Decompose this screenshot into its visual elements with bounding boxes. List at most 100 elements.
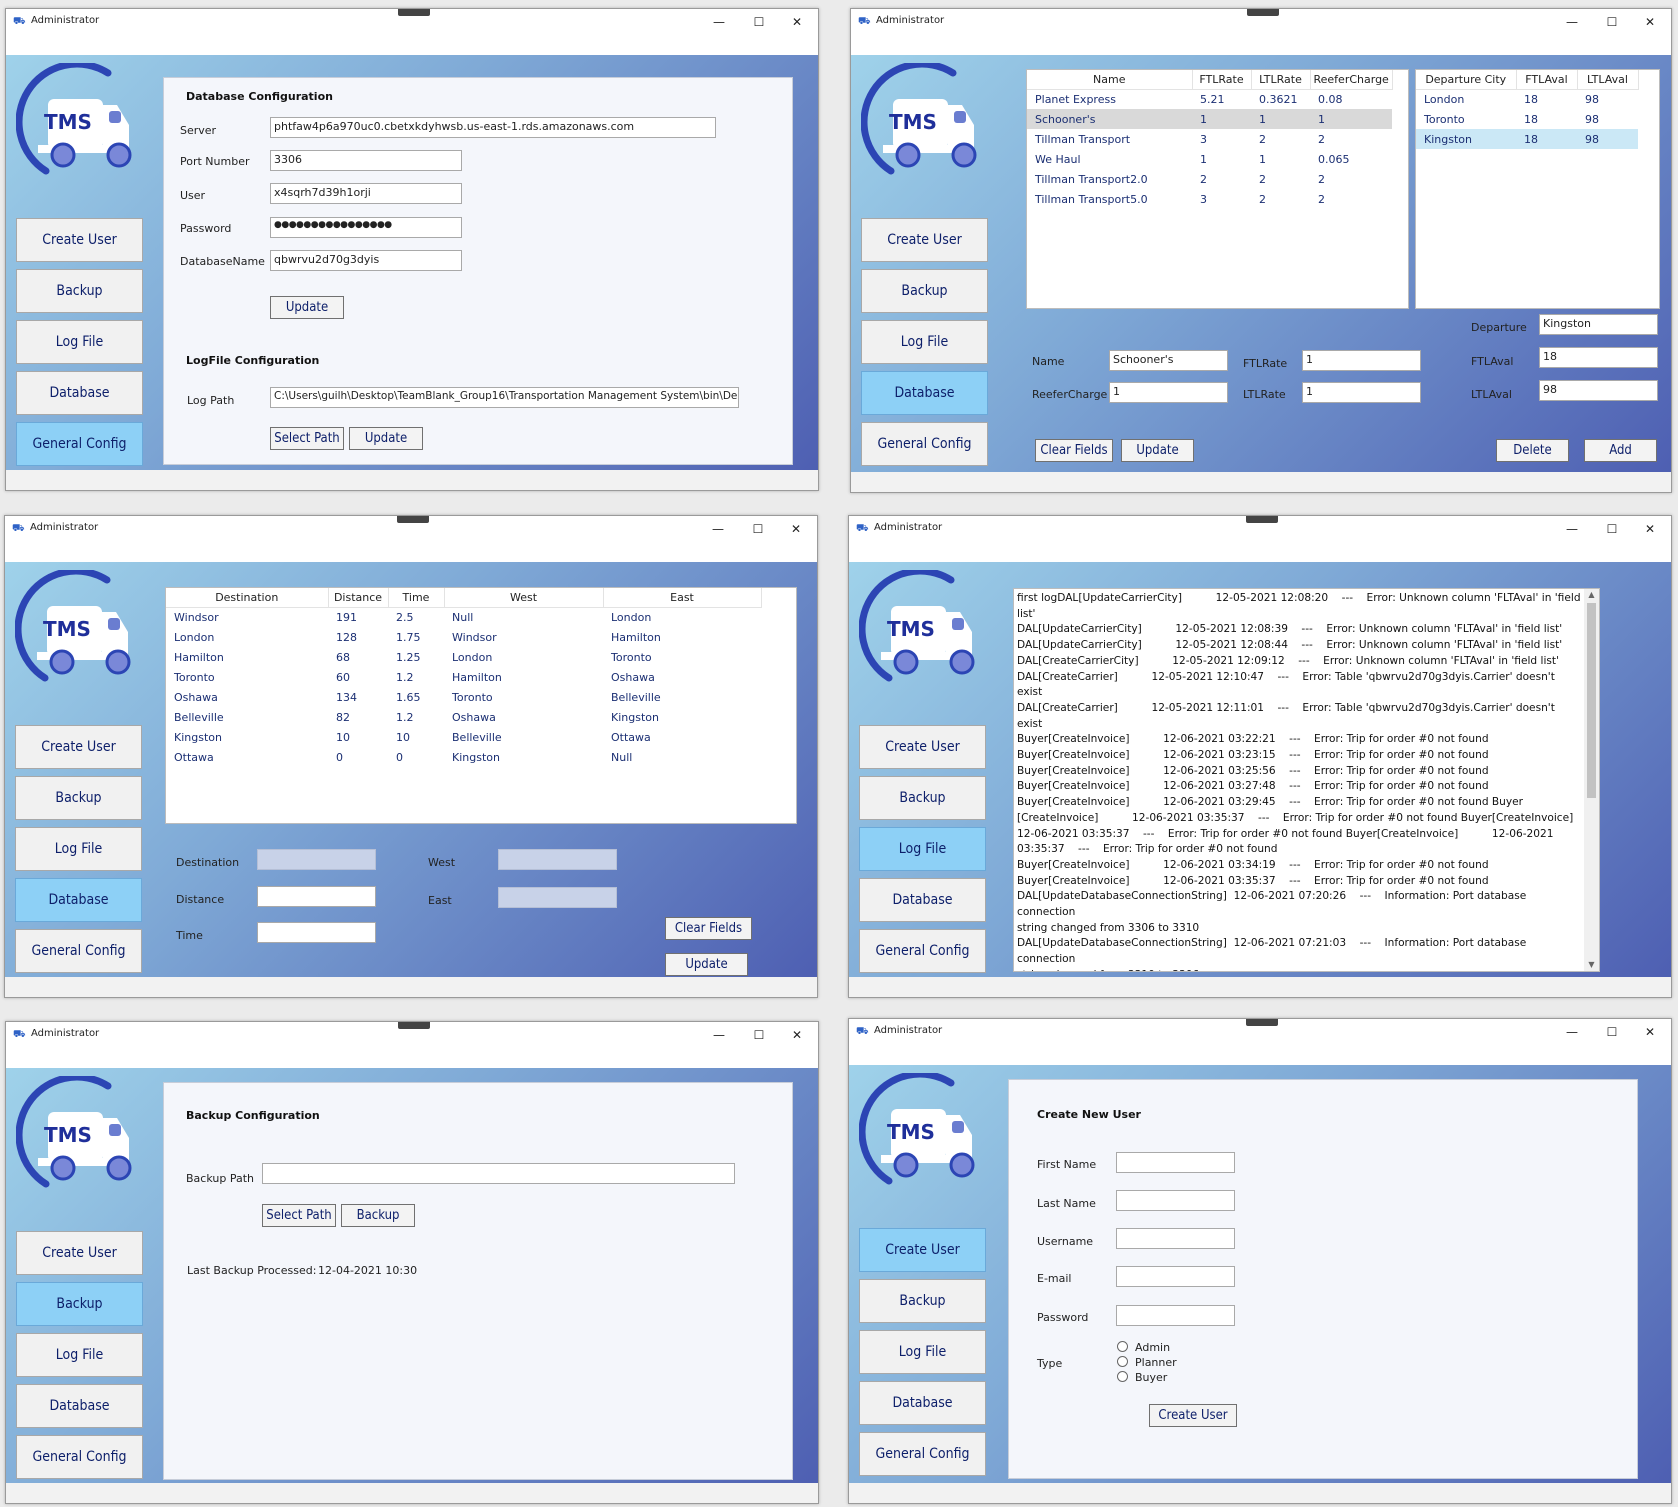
col-departure-city[interactable]: Departure City	[1416, 70, 1517, 90]
carrier-grid[interactable]: Name FTLRate LTLRate ReeferCharge Planet…	[1026, 69, 1409, 309]
title-bar[interactable]: ⛟ Administrator — ☐ ✕	[6, 9, 818, 55]
title-bar[interactable]: ⛟ Administrator — ☐ ✕	[851, 9, 1671, 55]
nav-database[interactable]: Database	[859, 1381, 986, 1425]
nav-general-config[interactable]: General Config	[861, 422, 988, 466]
delete-button[interactable]: Delete	[1496, 439, 1569, 462]
scroll-thumb[interactable]	[1587, 603, 1596, 798]
log-scrollbar[interactable]: ▲ ▼	[1584, 589, 1599, 971]
dbname-input[interactable]: qbwrvu2d70g3dyis	[270, 250, 462, 271]
title-bar[interactable]: ⛟ Administrator — ☐ ✕	[849, 516, 1671, 562]
table-row[interactable]: Oshawa 134 1.65 Toronto Belleville	[166, 687, 761, 707]
close-button[interactable]: ✕	[778, 1024, 816, 1046]
nav-log-file[interactable]: Log File	[859, 827, 986, 871]
nav-log-file[interactable]: Log File	[16, 1333, 143, 1377]
drag-grip[interactable]	[397, 516, 429, 523]
table-row[interactable]: Planet Express 5.21 0.3621 0.08	[1027, 89, 1392, 109]
update-button[interactable]: Update	[1121, 439, 1194, 462]
update-button[interactable]: Update	[665, 953, 748, 976]
minimize-button[interactable]: —	[700, 1024, 738, 1046]
close-button[interactable]: ✕	[1631, 11, 1669, 33]
scroll-up-icon[interactable]: ▲	[1584, 589, 1599, 601]
nav-backup[interactable]: Backup	[861, 269, 988, 313]
col-ltlaval[interactable]: LTLAval	[1577, 70, 1639, 90]
port-input[interactable]: 3306	[270, 150, 462, 171]
user-input[interactable]: x4sqrh7d39h1orji	[270, 183, 462, 204]
nav-log-file[interactable]: Log File	[15, 827, 142, 871]
select-path-button[interactable]: Select Path	[262, 1204, 336, 1227]
close-button[interactable]: ✕	[777, 518, 815, 540]
backup-button[interactable]: Backup	[341, 1204, 415, 1227]
logpath-update-button[interactable]: Update	[349, 427, 423, 450]
nav-database[interactable]: Database	[16, 1384, 143, 1428]
select-path-button[interactable]: Select Path	[270, 427, 344, 450]
drag-grip[interactable]	[1247, 9, 1279, 16]
nav-log-file[interactable]: Log File	[16, 320, 143, 364]
table-row[interactable]: Ottawa 0 0 Kingston Null	[166, 747, 761, 767]
maximize-button[interactable]: ☐	[740, 11, 778, 33]
table-row[interactable]: Hamilton 68 1.25 London Toronto	[166, 647, 761, 667]
col-reefercharge[interactable]: ReeferCharge	[1310, 70, 1393, 90]
nav-backup[interactable]: Backup	[15, 776, 142, 820]
table-row[interactable]: Tillman Transport 3 2 2	[1027, 129, 1392, 149]
close-button[interactable]: ✕	[1631, 518, 1669, 540]
password-input[interactable]	[1116, 1305, 1235, 1326]
nav-backup[interactable]: Backup	[859, 776, 986, 820]
table-row[interactable]: We Haul 1 1 0.065	[1027, 149, 1392, 169]
minimize-button[interactable]: —	[1553, 518, 1591, 540]
create-user-submit-button[interactable]: Create User	[1149, 1404, 1237, 1427]
table-row[interactable]: Kingston 10 10 Belleville Ottawa	[166, 727, 761, 747]
col-name[interactable]: Name	[1027, 70, 1193, 90]
nav-general-config[interactable]: General Config	[859, 929, 986, 973]
title-bar[interactable]: ⛟ Administrator — ☐ ✕	[5, 516, 817, 562]
nav-create-user[interactable]: Create User	[859, 725, 986, 769]
departure-input[interactable]: Kingston	[1539, 314, 1658, 335]
log-textbox[interactable]: first logDAL[UpdateCarrierCity] 12-05-20…	[1013, 588, 1600, 972]
col-ftlrate[interactable]: FTLRate	[1192, 70, 1252, 90]
nav-general-config[interactable]: General Config	[15, 929, 142, 973]
close-button[interactable]: ✕	[778, 11, 816, 33]
close-button[interactable]: ✕	[1631, 1021, 1669, 1043]
table-row[interactable]: London 128 1.75 Windsor Hamilton	[166, 627, 761, 647]
last-name-input[interactable]	[1116, 1190, 1235, 1211]
city-grid[interactable]: Departure City FTLAval LTLAval London 18 9…	[1415, 69, 1660, 309]
nav-log-file[interactable]: Log File	[861, 320, 988, 364]
maximize-button[interactable]: ☐	[1593, 518, 1631, 540]
minimize-button[interactable]: —	[1553, 11, 1591, 33]
col-ftlaval[interactable]: FTLAval	[1516, 70, 1578, 90]
maximize-button[interactable]: ☐	[739, 518, 777, 540]
logpath-input[interactable]: C:\Users\guilh\Desktop\TeamBlank_Group16…	[270, 387, 739, 408]
col-distance[interactable]: Distance	[328, 588, 389, 608]
nav-database[interactable]: Database	[16, 371, 143, 415]
nav-backup[interactable]: Backup	[16, 269, 143, 313]
nav-database[interactable]: Database	[861, 371, 988, 415]
clear-fields-button[interactable]: Clear Fields	[665, 917, 752, 940]
ftlrate-input[interactable]: 1	[1302, 350, 1421, 371]
nav-backup[interactable]: Backup	[16, 1282, 143, 1326]
scroll-down-icon[interactable]: ▼	[1584, 959, 1599, 971]
maximize-button[interactable]: ☐	[1593, 1021, 1631, 1043]
table-row[interactable]: London 18 98	[1416, 89, 1638, 109]
radio-planner[interactable]	[1117, 1356, 1128, 1367]
reefer-input[interactable]: 1	[1109, 382, 1228, 403]
maximize-button[interactable]: ☐	[1593, 11, 1631, 33]
table-row[interactable]: Schooner's 1 1 1	[1027, 109, 1393, 129]
drag-grip[interactable]	[1246, 516, 1278, 523]
username-input[interactable]	[1116, 1228, 1235, 1249]
backup-path-input[interactable]	[262, 1163, 735, 1184]
email-input[interactable]	[1116, 1266, 1235, 1287]
drag-grip[interactable]	[398, 1022, 430, 1029]
table-row[interactable]: Kingston 18 98	[1416, 129, 1638, 149]
col-destination[interactable]: Destination	[166, 588, 329, 608]
title-bar[interactable]: ⛟ Administrator — ☐ ✕	[849, 1019, 1671, 1065]
title-bar[interactable]: ⛟ Administrator — ☐ ✕	[6, 1022, 818, 1068]
add-button[interactable]: Add	[1584, 439, 1657, 462]
col-ltlrate[interactable]: LTLRate	[1251, 70, 1311, 90]
nav-general-config[interactable]: General Config	[16, 422, 143, 466]
nav-create-user[interactable]: Create User	[859, 1228, 986, 1272]
drag-grip[interactable]	[398, 9, 430, 16]
time-input[interactable]	[257, 922, 376, 943]
server-input[interactable]: phtfaw4p6a970uc0.cbetxkdyhwsb.us-east-1.…	[270, 117, 716, 138]
nav-log-file[interactable]: Log File	[859, 1330, 986, 1374]
table-row[interactable]: Belleville 82 1.2 Oshawa Kingston	[166, 707, 761, 727]
nav-general-config[interactable]: General Config	[16, 1435, 143, 1479]
